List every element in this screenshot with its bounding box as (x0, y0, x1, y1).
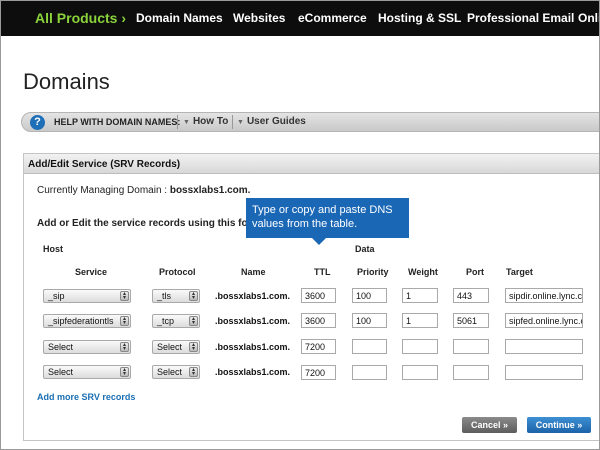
column-header-ttl: TTL (314, 267, 331, 277)
help-bar-label: HELP WITH DOMAIN NAMES: (54, 117, 181, 127)
protocol-select-value: _tcp (157, 316, 175, 326)
help-bar-divider (232, 115, 233, 129)
weight-input[interactable]: 1 (402, 288, 438, 303)
weight-input[interactable]: 1 (402, 313, 438, 328)
service-select-value: _sipfederationtls (48, 316, 114, 326)
service-select-value: Select (48, 342, 74, 352)
help-bar: ? HELP WITH DOMAIN NAMES: ▼ How To ▼ User … (21, 112, 599, 132)
ttl-input[interactable]: 3600 (301, 288, 336, 303)
weight-input[interactable] (402, 339, 438, 354)
updown-arrow-icon: ▴ ▾ (120, 342, 129, 352)
nav-item-hosting-ssl[interactable]: Hosting & SSL (378, 11, 461, 25)
priority-input[interactable]: 100 (352, 288, 387, 303)
updown-arrow-icon: ▴ ▾ (120, 367, 129, 377)
protocol-select[interactable]: _tcp ▴ ▾ (152, 314, 200, 328)
column-header-service: Service (75, 267, 108, 277)
help-question-icon[interactable]: ? (30, 115, 45, 130)
service-select[interactable]: Select ▴ ▾ (43, 340, 131, 354)
service-select-value: _sip (48, 291, 65, 301)
all-products-link[interactable]: All Products › (35, 10, 126, 26)
weight-input[interactable] (402, 365, 438, 380)
column-header-priority: Priority (357, 267, 389, 277)
target-input[interactable] (505, 339, 583, 354)
target-input[interactable] (505, 365, 583, 380)
nav-item-online[interactable]: Onlin (578, 11, 599, 25)
nav-item-websites[interactable]: Websites (233, 11, 285, 25)
priority-input[interactable]: 100 (352, 313, 387, 328)
updown-arrow-icon: ▴ ▾ (120, 291, 129, 301)
service-select[interactable]: Select ▴ ▾ (43, 365, 131, 379)
page-title: Domains (23, 69, 110, 94)
protocol-select[interactable]: Select ▴ ▾ (152, 340, 200, 354)
top-navigation-bar: All Products › Domain Names Websites eCo… (1, 1, 599, 36)
target-input[interactable]: sipfed.online.lync.co (505, 313, 583, 328)
panel-title: Add/Edit Service (SRV Records) (28, 159, 181, 170)
nav-item-professional-email[interactable]: Professional Email (467, 11, 574, 25)
priority-input[interactable] (352, 339, 387, 354)
port-input[interactable] (453, 365, 489, 380)
managing-domain-text: Currently Managing Domain : bossxlabs1.c… (37, 185, 250, 196)
ttl-input[interactable]: 7200 (301, 339, 336, 354)
protocol-select[interactable]: Select ▴ ▾ (152, 365, 200, 379)
how-to-label: How To (192, 116, 229, 127)
nav-item-domain-names[interactable]: Domain Names (136, 11, 223, 25)
user-guides-menu[interactable]: ▼ User Guides (237, 116, 306, 127)
all-products-label: All Products (35, 10, 118, 26)
user-guides-label: User Guides (246, 116, 306, 127)
host-group-label: Host (43, 244, 63, 254)
updown-arrow-icon: ▴ ▾ (189, 342, 198, 352)
updown-arrow-icon: ▴ ▾ (189, 291, 198, 301)
ttl-input[interactable]: 7200 (301, 365, 336, 380)
updown-arrow-icon: ▴ ▾ (189, 367, 198, 377)
column-header-target: Target (506, 267, 533, 277)
add-more-srv-records-link[interactable]: Add more SRV records (37, 392, 135, 402)
ttl-input[interactable]: 3600 (301, 313, 336, 328)
data-group-label: Data (355, 244, 375, 254)
nav-item-ecommerce[interactable]: eCommerce (298, 11, 367, 25)
column-header-name: Name (241, 267, 266, 277)
column-header-port: Port (466, 267, 484, 277)
port-input[interactable] (453, 339, 489, 354)
chevron-down-icon: ▼ (183, 119, 190, 126)
port-input[interactable]: 443 (453, 288, 489, 303)
protocol-select-value: _tls (157, 291, 172, 301)
service-select-value: Select (48, 367, 74, 377)
record-name: .bossxlabs1.com. (215, 291, 291, 301)
record-name: .bossxlabs1.com. (215, 342, 291, 352)
how-to-menu[interactable]: ▼ How To (183, 116, 228, 127)
managing-label: Currently Managing Domain : (37, 185, 168, 196)
cancel-button[interactable]: Cancel » (462, 417, 517, 433)
continue-button[interactable]: Continue » (527, 417, 591, 433)
updown-arrow-icon: ▴ ▾ (189, 316, 198, 326)
protocol-select-value: Select (157, 342, 183, 352)
service-select[interactable]: _sip ▴ ▾ (43, 289, 131, 303)
chevron-right-icon: › (121, 10, 127, 26)
tooltip-pointer (312, 238, 326, 245)
instruction-tooltip: Type or copy and paste DNS values from t… (246, 198, 409, 238)
record-name: .bossxlabs1.com. (215, 316, 291, 326)
service-select[interactable]: _sipfederationtls ▴ ▾ (43, 314, 131, 328)
form-instructions: Add or Edit the service records using th… (37, 218, 261, 229)
help-bar-divider (177, 115, 178, 129)
browser-frame: All Products › Domain Names Websites eCo… (0, 0, 600, 450)
target-input[interactable]: sipdir.online.lync.co (505, 288, 583, 303)
record-name: .bossxlabs1.com. (215, 367, 291, 377)
protocol-select[interactable]: _tls ▴ ▾ (152, 289, 200, 303)
updown-arrow-icon: ▴ ▾ (120, 316, 129, 326)
port-input[interactable]: 5061 (453, 313, 489, 328)
column-header-protocol: Protocol (159, 267, 196, 277)
panel-header: Add/Edit Service (SRV Records) (24, 154, 599, 174)
chevron-down-icon: ▼ (237, 119, 244, 126)
protocol-select-value: Select (157, 367, 183, 377)
column-header-weight: Weight (408, 267, 438, 277)
priority-input[interactable] (352, 365, 387, 380)
managing-domain-value: bossxlabs1.com. (169, 185, 251, 196)
